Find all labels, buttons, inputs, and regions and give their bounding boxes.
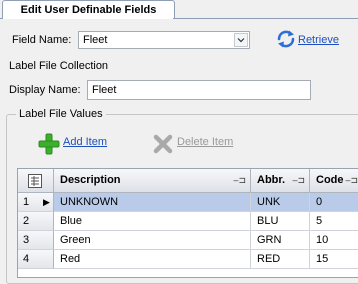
cell-code[interactable]: 5 (310, 212, 358, 231)
retrieve-link[interactable]: Retrieve (298, 34, 339, 46)
cell-description[interactable]: UNKNOWN (54, 193, 251, 212)
pin-icon[interactable]: –⊐ (345, 169, 358, 192)
column-header-abbr[interactable]: Abbr. –⊐ (251, 169, 310, 193)
refresh-icon[interactable] (275, 29, 297, 52)
cell-description[interactable]: Green (54, 231, 251, 250)
field-name-label: Field Name: (12, 34, 72, 46)
column-header-description-label: Description (60, 174, 121, 186)
cell-code[interactable]: 0 (310, 193, 358, 212)
display-name-input[interactable]: Fleet (87, 80, 311, 100)
pin-icon[interactable]: –⊐ (292, 169, 305, 192)
cell-abbr[interactable]: BLU (251, 212, 310, 231)
field-name-select[interactable]: Fleet (78, 31, 250, 49)
cell-abbr[interactable]: UNK (251, 193, 310, 212)
table-row[interactable]: 2 Blue BLU 5 (18, 212, 358, 231)
delete-item-button[interactable]: Delete Item (177, 136, 233, 148)
cell-code[interactable]: 10 (310, 231, 358, 250)
column-header-code[interactable]: Code –⊐ (310, 169, 358, 193)
table-row[interactable]: 1 ▶ UNKNOWN UNK 0 (18, 193, 358, 212)
row-number: 4 (18, 250, 54, 269)
cell-abbr[interactable]: GRN (251, 231, 310, 250)
column-header-abbr-label: Abbr. (257, 174, 286, 186)
tab-edit-user-definable-fields[interactable]: Edit User Definable Fields (2, 0, 175, 19)
display-name-label: Display Name: (9, 84, 81, 96)
pin-icon[interactable]: –⊐ (233, 169, 246, 192)
column-header-description[interactable]: Description –⊐ (54, 169, 251, 193)
delete-icon[interactable] (152, 133, 174, 158)
cell-abbr[interactable]: RED (251, 250, 310, 269)
cell-description[interactable]: Blue (54, 212, 251, 231)
row-number: 2 (18, 212, 54, 231)
chevron-down-icon[interactable] (234, 33, 248, 47)
label-values-grid[interactable]: Description –⊐ Abbr. –⊐ Code –⊐ 1 ▶ UNKN… (17, 168, 358, 278)
row-number: 1 ▶ (18, 193, 54, 212)
table-row[interactable]: 4 Red RED 15 (18, 250, 358, 269)
add-item-button[interactable]: Add Item (63, 136, 107, 148)
cell-description[interactable]: Red (54, 250, 251, 269)
label-file-collection-heading: Label File Collection (9, 60, 109, 72)
table-row[interactable]: 3 Green GRN 10 (18, 231, 358, 250)
row-indicator-icon: ▶ (43, 197, 50, 207)
column-header-code-label: Code (316, 174, 344, 186)
label-file-values-heading: Label File Values (16, 108, 106, 120)
row-number: 3 (18, 231, 54, 250)
column-chooser-header[interactable] (18, 169, 54, 193)
add-icon[interactable] (38, 133, 60, 158)
cell-code[interactable]: 15 (310, 250, 358, 269)
field-name-value: Fleet (83, 34, 108, 46)
tab-divider-gap (3, 18, 173, 19)
